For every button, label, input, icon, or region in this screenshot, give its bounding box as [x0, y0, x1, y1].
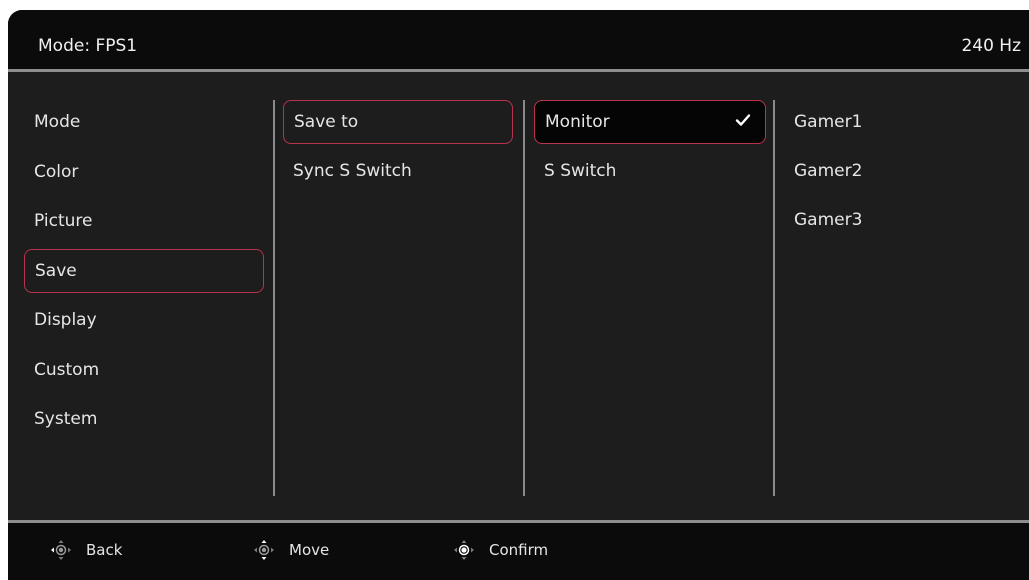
- option-monitor[interactable]: Monitor: [534, 100, 766, 144]
- option-label: S Switch: [544, 161, 617, 181]
- hint-back: Back: [50, 539, 122, 561]
- osd-window: Mode: FPS1 240 Hz Mode Color Picture Sav…: [8, 10, 1029, 580]
- profile-slots: Gamer1 Gamer2 Gamer3: [784, 100, 1024, 247]
- menu-item-system[interactable]: System: [24, 397, 264, 441]
- hint-label: Move: [289, 541, 330, 559]
- checkmark-icon: [735, 114, 751, 126]
- mode-indicator: Mode: FPS1: [38, 36, 138, 56]
- option-s-switch[interactable]: S Switch: [534, 149, 766, 193]
- hint-label: Confirm: [489, 541, 549, 559]
- submenu-item-label: Save to: [294, 112, 359, 132]
- hint-move: Move: [253, 539, 329, 561]
- menu-item-label: System: [34, 409, 98, 429]
- submenu-item-save-to[interactable]: Save to: [283, 100, 513, 144]
- menu-item-display[interactable]: Display: [24, 298, 264, 342]
- menu-item-label: Mode: [34, 112, 81, 132]
- footer-bar: Back Move Confirm: [8, 520, 1029, 580]
- hint-confirm: Confirm: [453, 539, 548, 561]
- slot-gamer3[interactable]: Gamer3: [784, 198, 1024, 242]
- column-divider: [773, 100, 775, 496]
- hint-label: Back: [86, 541, 123, 559]
- refresh-rate-indicator: 240 Hz: [961, 36, 1021, 56]
- option-label: Monitor: [545, 112, 610, 132]
- main-menu: Mode Color Picture Save Display Custom S…: [24, 100, 264, 447]
- slot-gamer2[interactable]: Gamer2: [784, 149, 1024, 193]
- dpad-left-icon: [51, 540, 71, 560]
- slot-gamer1[interactable]: Gamer1: [784, 100, 1024, 144]
- dpad-center-icon: [454, 540, 474, 560]
- menu-item-save[interactable]: Save: [24, 248, 264, 293]
- column-divider: [273, 100, 275, 496]
- menu-item-label: Picture: [34, 211, 93, 231]
- menu-item-label: Save: [35, 260, 77, 281]
- menu-item-color[interactable]: Color: [24, 150, 264, 194]
- submenu-item-sync-s-switch[interactable]: Sync S Switch: [283, 149, 513, 193]
- menu-item-label: Custom: [34, 359, 100, 380]
- slot-label: Gamer1: [794, 112, 863, 132]
- save-submenu: Save to Sync S Switch: [283, 100, 513, 198]
- slot-label: Gamer3: [794, 210, 863, 230]
- menu-item-label: Display: [34, 310, 97, 330]
- column-divider: [523, 100, 525, 496]
- menu-item-label: Color: [34, 161, 79, 182]
- save-to-options: Monitor S Switch: [534, 100, 766, 198]
- dpad-updown-icon: [254, 540, 274, 560]
- header-bar: Mode: FPS1 240 Hz: [8, 10, 1029, 72]
- menu-item-mode[interactable]: Mode: [24, 100, 264, 144]
- slot-label: Gamer2: [794, 161, 863, 181]
- menu-item-picture[interactable]: Picture: [24, 199, 264, 243]
- submenu-item-label: Sync S Switch: [293, 161, 412, 181]
- menu-item-custom[interactable]: Custom: [24, 348, 264, 392]
